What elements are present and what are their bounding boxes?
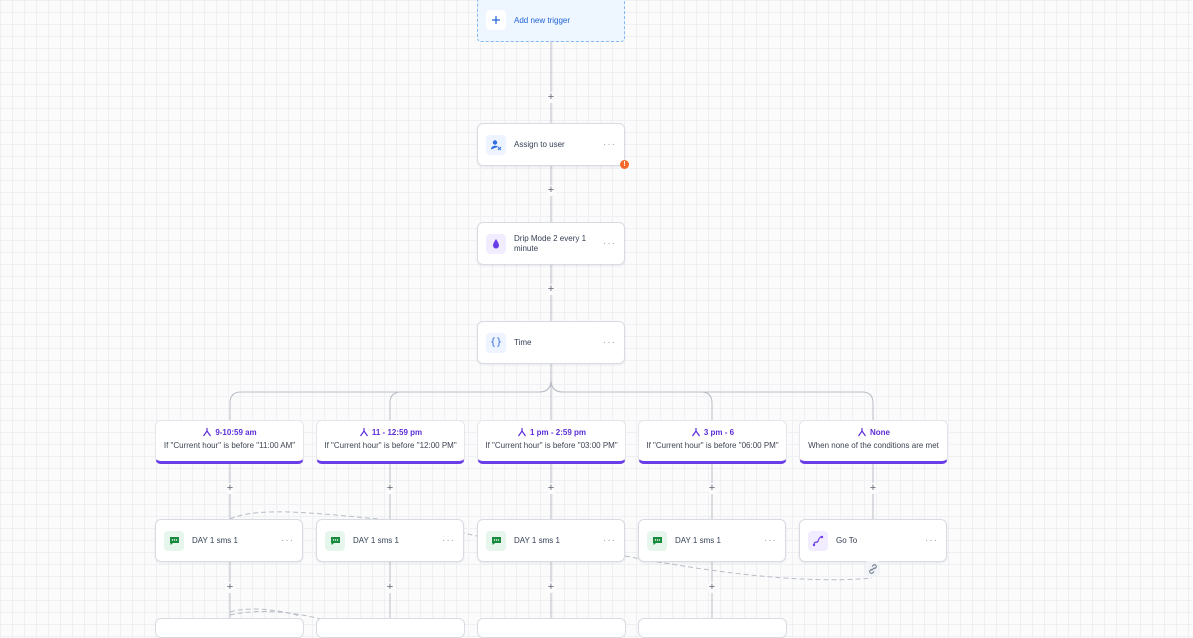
add-step-button[interactable]: + (545, 91, 557, 103)
more-options-icon[interactable]: ··· (602, 337, 616, 348)
action-node-partial[interactable] (316, 618, 465, 638)
branch-icon (691, 428, 700, 437)
more-options-icon[interactable]: ··· (924, 535, 938, 546)
action-node-partial[interactable] (477, 618, 626, 638)
branch-title: 9-10:59 am (215, 427, 257, 437)
drip-icon (486, 233, 506, 254)
add-step-button[interactable]: + (706, 482, 718, 494)
add-step-button[interactable]: + (867, 482, 879, 494)
add-step-button[interactable]: + (384, 581, 396, 593)
action-label: DAY 1 sms 1 (514, 535, 560, 545)
add-step-button[interactable]: + (545, 482, 557, 494)
branch-icon (517, 428, 526, 437)
action-label: Assign to user (514, 139, 565, 149)
action-label: DAY 1 sms 1 (675, 535, 721, 545)
add-step-button[interactable]: + (706, 581, 718, 593)
sms-icon (325, 530, 345, 551)
add-trigger-button[interactable]: Add new trigger (477, 0, 625, 42)
add-step-button[interactable]: + (545, 283, 557, 295)
branch-condition: If "Current hour" is before "06:00 PM" (646, 441, 779, 450)
action-label: Go To (836, 535, 858, 545)
unlink-icon[interactable] (865, 561, 880, 576)
more-options-icon[interactable]: ··· (441, 535, 455, 546)
sms-icon (647, 530, 667, 551)
more-options-icon[interactable]: ··· (602, 238, 616, 249)
sms-icon (164, 530, 184, 551)
action-node-partial[interactable] (638, 618, 787, 638)
action-label: DAY 1 sms 1 (353, 535, 399, 545)
branch-condition: If "Current hour" is before "03:00 PM" (485, 441, 618, 450)
action-node-partial[interactable] (155, 618, 304, 638)
branch-node[interactable]: 9-10:59 am If "Current hour" is before "… (155, 420, 304, 464)
warning-badge: ! (620, 160, 629, 169)
add-step-button[interactable]: + (224, 482, 236, 494)
branch-condition: When none of the conditions are met (808, 441, 939, 450)
more-options-icon[interactable]: ··· (602, 139, 616, 150)
action-time[interactable]: {} Time ··· (477, 321, 625, 364)
action-sms[interactable]: DAY 1 sms 1 ··· (638, 519, 786, 562)
branch-node[interactable]: None When none of the conditions are met (799, 420, 948, 464)
action-assign-to-user[interactable]: Assign to user ··· (477, 123, 625, 166)
action-drip-mode[interactable]: Drip Mode 2 every 1 minute ··· (477, 222, 625, 265)
branch-icon (858, 428, 866, 437)
branch-node[interactable]: 11 - 12:59 pm If "Current hour" is befor… (316, 420, 465, 464)
branch-condition: If "Current hour" is before "11:00 AM" (163, 441, 296, 450)
action-sms[interactable]: DAY 1 sms 1 ··· (316, 519, 464, 562)
goto-icon (808, 530, 828, 551)
branch-node[interactable]: 1 pm - 2:59 pm If "Current hour" is befo… (477, 420, 626, 464)
branch-condition: If "Current hour" is before "12:00 PM" (324, 441, 457, 450)
sms-icon (486, 530, 506, 551)
add-step-button[interactable]: + (545, 581, 557, 593)
branch-title: 3 pm - 6 (703, 427, 735, 437)
add-step-button[interactable]: + (384, 482, 396, 494)
action-label: Time (514, 337, 532, 347)
branch-icon (203, 428, 212, 437)
action-sms[interactable]: DAY 1 sms 1 ··· (155, 519, 303, 562)
branch-node[interactable]: 3 pm - 6 If "Current hour" is before "06… (638, 420, 787, 464)
action-label: DAY 1 sms 1 (192, 535, 238, 545)
add-trigger-label: Add new trigger (514, 15, 571, 25)
branch-title: 1 pm - 2:59 pm (529, 427, 586, 437)
curly-braces-icon: {} (486, 332, 506, 353)
add-step-button[interactable]: + (545, 184, 557, 196)
add-step-button[interactable]: + (224, 581, 236, 593)
action-sms[interactable]: DAY 1 sms 1 ··· (477, 519, 625, 562)
branch-title: 11 - 12:59 pm (371, 427, 423, 437)
action-label: Drip Mode 2 every 1 minute (514, 233, 587, 253)
user-assign-icon (486, 134, 506, 155)
action-goto[interactable]: Go To ··· (799, 519, 947, 562)
plus-icon (486, 10, 506, 30)
more-options-icon[interactable]: ··· (280, 535, 294, 546)
more-options-icon[interactable]: ··· (763, 535, 777, 546)
branch-icon (359, 428, 368, 437)
more-options-icon[interactable]: ··· (602, 535, 616, 546)
branch-title: None (870, 427, 890, 437)
